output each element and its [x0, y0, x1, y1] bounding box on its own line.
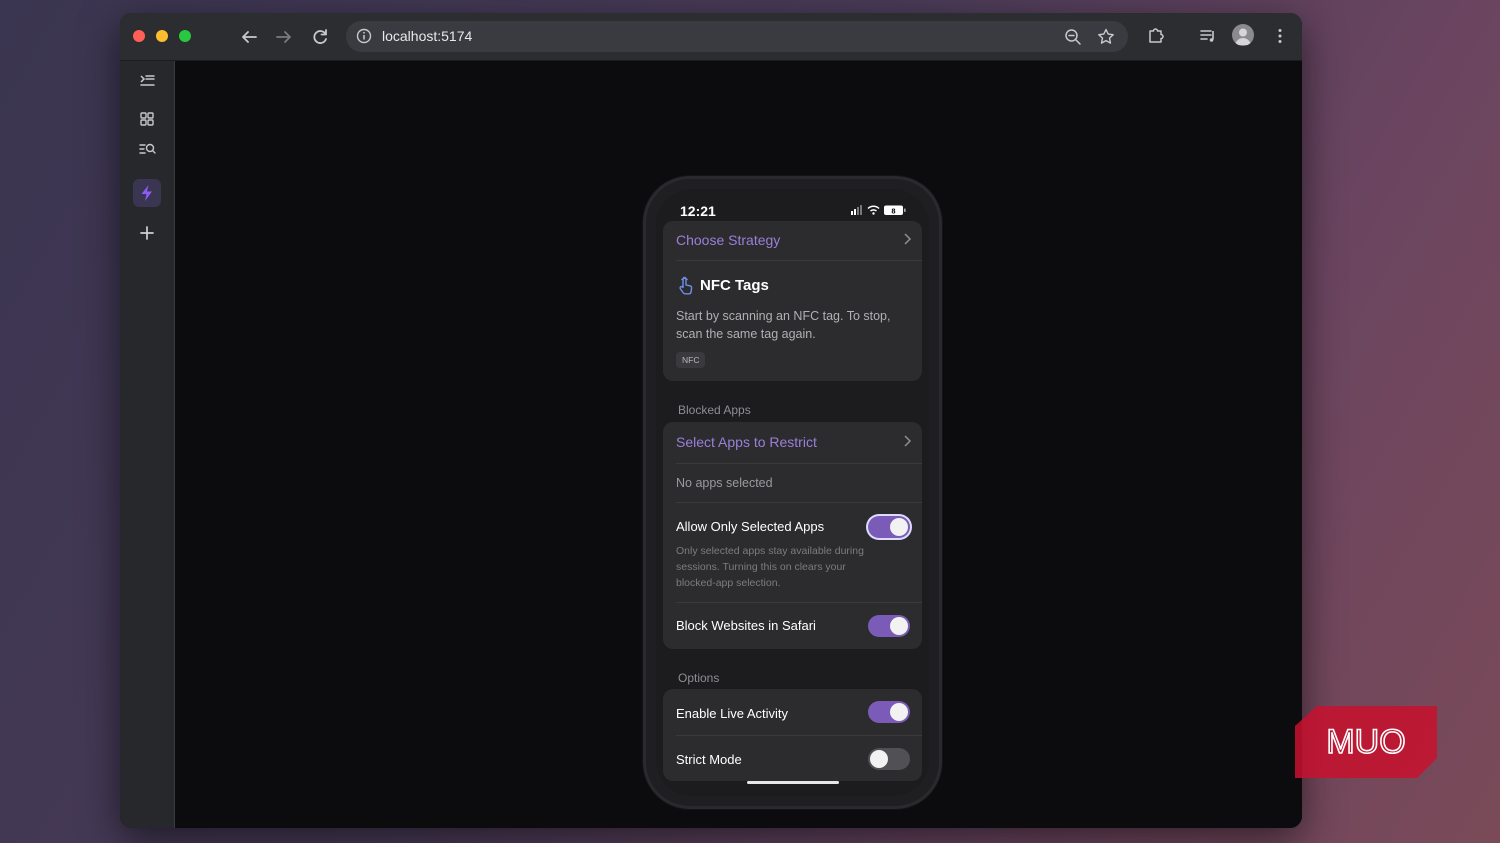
- select-apps-link[interactable]: Select Apps to Restrict: [676, 434, 817, 450]
- address-bar[interactable]: localhost:5174: [346, 21, 1128, 52]
- media-controls-icon[interactable]: [1196, 24, 1220, 48]
- browser-toolbar: localhost:5174: [120, 13, 1302, 61]
- chevron-right-icon: [904, 233, 912, 245]
- divider: [676, 502, 922, 503]
- extensions-icon[interactable]: [1144, 24, 1168, 48]
- browser-window: localhost:5174 12:21 8 Choose Strategy N…: [120, 13, 1302, 828]
- divider: [676, 735, 922, 736]
- grid-apps-icon[interactable]: [133, 105, 161, 133]
- maximize-window-button[interactable]: [179, 30, 191, 42]
- live-activity-label: Enable Live Activity: [676, 706, 789, 721]
- allow-only-hint: Only selected apps stay available during…: [676, 545, 864, 589]
- apps-selected-status: No apps selected: [676, 476, 773, 490]
- live-activity-toggle[interactable]: [868, 701, 910, 723]
- chevron-right-icon: [904, 435, 912, 447]
- add-icon[interactable]: [133, 219, 161, 247]
- iphone-simulator: 12:21 8 Choose Strategy NFC Tags Start b…: [646, 179, 939, 806]
- choose-strategy-link[interactable]: Choose Strategy: [676, 232, 780, 248]
- blocked-apps-card: Select Apps to Restrict No apps selected…: [663, 422, 922, 649]
- expand-sidebar-icon[interactable]: [133, 67, 161, 95]
- blocked-apps-section-label: Blocked Apps: [678, 403, 751, 417]
- strategy-description: Start by scanning an NFC tag. To stop, s…: [676, 309, 891, 341]
- divider: [676, 260, 922, 261]
- url-text[interactable]: localhost:5174: [382, 28, 472, 44]
- zoom-icon[interactable]: [1061, 25, 1085, 49]
- strict-mode-label: Strict Mode: [676, 752, 742, 767]
- close-window-button[interactable]: [133, 30, 145, 42]
- side-panel: [120, 61, 175, 828]
- allow-only-toggle[interactable]: [868, 516, 910, 538]
- block-websites-label: Block Websites in Safari: [676, 618, 816, 633]
- profile-avatar[interactable]: [1232, 24, 1254, 46]
- divider: [676, 463, 922, 464]
- more-menu-icon[interactable]: [1268, 24, 1292, 48]
- forward-arrow-icon[interactable]: [272, 25, 296, 49]
- allow-only-label: Allow Only Selected Apps: [676, 519, 825, 534]
- hand-tap-icon: [679, 276, 693, 295]
- strict-mode-toggle[interactable]: [868, 748, 910, 770]
- bookmark-star-icon[interactable]: [1094, 25, 1118, 49]
- options-section-label: Options: [678, 671, 720, 685]
- watermark-text: MUO: [1326, 723, 1405, 761]
- page-content: 12:21 8 Choose Strategy NFC Tags Start b…: [175, 61, 1302, 828]
- status-time: 12:21: [680, 203, 716, 219]
- muo-watermark-logo: MUO: [1295, 706, 1437, 778]
- bolt-icon: [141, 185, 152, 201]
- divider: [676, 602, 922, 603]
- status-bar-icons: 8: [851, 205, 906, 215]
- options-card: Enable Live Activity Strict Mode: [663, 689, 922, 781]
- battery-level: 8: [891, 206, 895, 215]
- back-arrow-icon[interactable]: [237, 25, 261, 49]
- strategy-title: NFC Tags: [700, 277, 769, 294]
- strategy-card: Choose Strategy NFC Tags Start by scanni…: [663, 221, 922, 381]
- home-indicator: [747, 781, 839, 784]
- strategy-badge: NFC: [676, 352, 706, 368]
- phone-screen: 12:21 8 Choose Strategy NFC Tags Start b…: [656, 189, 929, 796]
- reload-icon[interactable]: [308, 25, 332, 49]
- site-info-icon[interactable]: [354, 26, 374, 46]
- minimize-window-button[interactable]: [156, 30, 168, 42]
- search-list-icon[interactable]: [133, 135, 161, 163]
- active-extension-button[interactable]: [133, 179, 161, 207]
- block-websites-toggle[interactable]: [868, 615, 910, 637]
